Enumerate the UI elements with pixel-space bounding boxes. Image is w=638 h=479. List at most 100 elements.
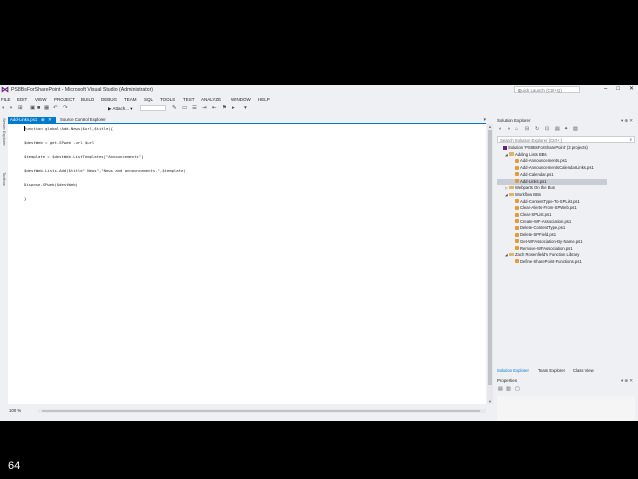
toolbar-options-icon[interactable]: ▾ bbox=[244, 105, 247, 111]
minimize-button[interactable]: – bbox=[604, 86, 607, 93]
menu-bar: FILE EDIT VIEW PROJECT BUILD DEBUG TEAM … bbox=[0, 95, 638, 103]
tree-item-label: Clear-SPList.ps1 bbox=[520, 212, 552, 217]
menu-analyze[interactable]: ANALYZE bbox=[201, 97, 221, 102]
code-line: $destWeb = get-SPweb -url $url bbox=[24, 140, 95, 145]
scroll-up-icon[interactable]: ▲ bbox=[487, 124, 493, 129]
scroll-down-icon[interactable]: ▼ bbox=[487, 399, 493, 404]
panel-window-buttons[interactable]: ▾ ⊕ ✕ bbox=[621, 118, 633, 124]
side-tool-strip: Server Explorer Toolbox bbox=[0, 114, 7, 421]
open-file-icon[interactable]: ▣ bbox=[30, 105, 35, 111]
tree-item-label: Define-SharePoint-Functions.ps1 bbox=[520, 258, 582, 264]
bookmark-icon[interactable]: ⚑ bbox=[222, 105, 227, 111]
powershell-file-icon bbox=[515, 212, 519, 217]
tree-item[interactable]: Add-Links.ps1 bbox=[497, 178, 607, 185]
tab-solution-explorer[interactable]: Solution Explorer bbox=[497, 368, 529, 374]
menu-view[interactable]: VIEW bbox=[35, 97, 47, 102]
menu-tools[interactable]: TOOLS bbox=[160, 97, 175, 102]
tree-item[interactable]: Solution 'PS8BsForSharePoint' (3 project… bbox=[497, 145, 607, 152]
tab-team-explorer[interactable]: Team Explorer bbox=[538, 368, 565, 374]
tree-item[interactable]: Remove-WFAssociation.ps1 bbox=[497, 246, 607, 253]
collapse-all-icon[interactable]: ⊡ bbox=[545, 126, 549, 132]
folder-icon bbox=[509, 185, 514, 190]
breakpoint-icon[interactable]: ▭ bbox=[182, 105, 187, 111]
next-bookmark-icon[interactable]: ▸ bbox=[232, 105, 235, 111]
new-project-icon[interactable]: ⊞ bbox=[18, 105, 23, 111]
property-pages-icon[interactable]: ▢ bbox=[515, 386, 520, 392]
properties-toolbar: ▤ ▥ ▢ bbox=[497, 386, 537, 393]
title-bar: ⋈ PS8BsForSharePoint - Microsoft Visual … bbox=[0, 85, 638, 95]
alphabetical-icon[interactable]: ▥ bbox=[506, 386, 511, 392]
tree-item[interactable]: ◢ Workflow BBs bbox=[497, 192, 607, 199]
tree-item[interactable]: Add-Announcements.ps1 bbox=[497, 158, 607, 165]
refresh-icon[interactable]: ↻ bbox=[535, 126, 539, 132]
configuration-dropdown[interactable] bbox=[140, 105, 166, 111]
menu-team[interactable]: TEAM bbox=[124, 97, 137, 102]
show-all-files-icon[interactable]: ▤ bbox=[555, 126, 560, 132]
powershell-file-icon bbox=[515, 232, 519, 237]
back-icon[interactable]: ◐ bbox=[499, 126, 502, 132]
editor-bottom-bar: 100 % bbox=[8, 406, 486, 415]
undo-icon[interactable]: ↶ bbox=[53, 105, 58, 111]
code-line: function global:Add-News($url,$title){ bbox=[24, 126, 114, 131]
menu-test[interactable]: TEST bbox=[183, 97, 195, 102]
home-icon[interactable]: ⌂ bbox=[515, 126, 518, 132]
window-controls: – □ ✕ bbox=[604, 86, 634, 93]
scroll-thumb[interactable] bbox=[488, 130, 492, 385]
tree-item[interactable]: Delete-ContentType.ps1 bbox=[497, 225, 607, 232]
tree-item[interactable]: ◢ Adding Lists BBs bbox=[497, 152, 607, 159]
tree-item[interactable]: Add-ContentType-To-SPList.ps1 bbox=[497, 199, 607, 206]
menu-window[interactable]: WINDOW bbox=[231, 97, 251, 102]
back-icon[interactable]: ◐ bbox=[2, 105, 5, 111]
hscroll-thumb[interactable] bbox=[42, 410, 480, 412]
solution-explorer-search-input[interactable]: Search Solution Explorer (Ctrl+;) ⌕ bbox=[497, 136, 635, 143]
indent-icon[interactable]: ⇥ bbox=[202, 105, 207, 111]
powershell-file-icon bbox=[515, 219, 519, 224]
preview-icon[interactable]: ▨ bbox=[573, 126, 578, 132]
powershell-file-icon bbox=[515, 165, 519, 170]
properties-icon[interactable]: ✦ bbox=[564, 126, 568, 132]
tree-item[interactable]: Add-Calendar.ps1 bbox=[497, 172, 607, 179]
tree-item[interactable]: Delete-SPField.ps1 bbox=[497, 232, 607, 239]
tree-item[interactable]: Get-WFAssociation-By-Name.ps1 bbox=[497, 239, 607, 246]
menu-sql[interactable]: SQL bbox=[144, 97, 153, 102]
restore-button[interactable]: □ bbox=[616, 86, 620, 93]
zoom-level[interactable]: 100 % bbox=[9, 408, 21, 413]
tree-item-label: Workflow BBs bbox=[515, 191, 541, 197]
editor-vertical-scrollbar[interactable]: ▲ ▼ bbox=[487, 124, 493, 404]
menu-help[interactable]: HELP bbox=[258, 97, 270, 102]
save-all-icon[interactable]: ▦ bbox=[44, 105, 49, 111]
standard-toolbar: ◐ ◑ ⊞ ▣ ■ ▦ ↶ ↷ ▶ Attach... ▾ ✎ ▭ ☰ ⇥ ⇤ … bbox=[0, 103, 638, 113]
tree-item[interactable]: Define-SharePoint-Functions.ps1 bbox=[497, 259, 607, 266]
tree-item[interactable]: Clear-SPList.ps1 bbox=[497, 212, 607, 219]
save-icon[interactable]: ■ bbox=[37, 105, 40, 111]
tree-item[interactable]: ◢ Zach Rosenfield's Function Library bbox=[497, 252, 607, 259]
powershell-file-icon bbox=[515, 158, 519, 163]
menu-edit[interactable]: EDIT bbox=[17, 97, 27, 102]
tree-item[interactable]: Clear-Alerts-From-SPWeb.ps1 bbox=[497, 205, 607, 212]
forward-icon[interactable]: ◑ bbox=[9, 105, 12, 111]
outdent-icon[interactable]: ⇤ bbox=[212, 105, 217, 111]
menu-build[interactable]: BUILD bbox=[81, 97, 94, 102]
tree-item[interactable]: Create-WF-Association.ps1 bbox=[497, 219, 607, 226]
switch-views-icon[interactable]: ⊟ bbox=[525, 126, 529, 132]
code-editor[interactable]: function global:Add-News($url,$title){ $… bbox=[8, 124, 486, 404]
tab-class-view[interactable]: Class View bbox=[573, 368, 594, 374]
categorized-icon[interactable]: ▤ bbox=[498, 386, 503, 392]
redo-icon[interactable]: ↷ bbox=[63, 105, 68, 111]
tree-item[interactable]: Add-AnnouncementsCalendarLinks.ps1 bbox=[497, 165, 607, 172]
menu-file[interactable]: FILE bbox=[1, 97, 11, 102]
editor-horizontal-scrollbar[interactable] bbox=[38, 409, 486, 413]
comment-icon[interactable]: ☰ bbox=[192, 105, 197, 111]
toolbox-tab[interactable]: Toolbox bbox=[0, 172, 7, 186]
forward-icon[interactable]: ◑ bbox=[507, 126, 510, 132]
server-explorer-tab[interactable]: Server Explorer bbox=[0, 118, 7, 146]
solution-explorer-toolbar: ◐ ◑ ⌂ ⊟ ↻ ⊡ ▤ ✦ ▨ bbox=[497, 125, 635, 133]
menu-debug[interactable]: DEBUG bbox=[101, 97, 117, 102]
quick-launch-input[interactable]: Quick Launch (Ctrl+Q) ⌕ bbox=[514, 86, 580, 93]
close-button[interactable]: ✕ bbox=[629, 86, 634, 93]
properties-window-buttons[interactable]: ▾ ⊕ ✕ bbox=[621, 378, 633, 384]
attach-button[interactable]: ▶ Attach... ▾ bbox=[108, 106, 132, 112]
tree-item[interactable]: ▷ Webparts On the Bus bbox=[497, 185, 607, 192]
find-icon[interactable]: ✎ bbox=[172, 105, 177, 111]
menu-project[interactable]: PROJECT bbox=[54, 97, 75, 102]
